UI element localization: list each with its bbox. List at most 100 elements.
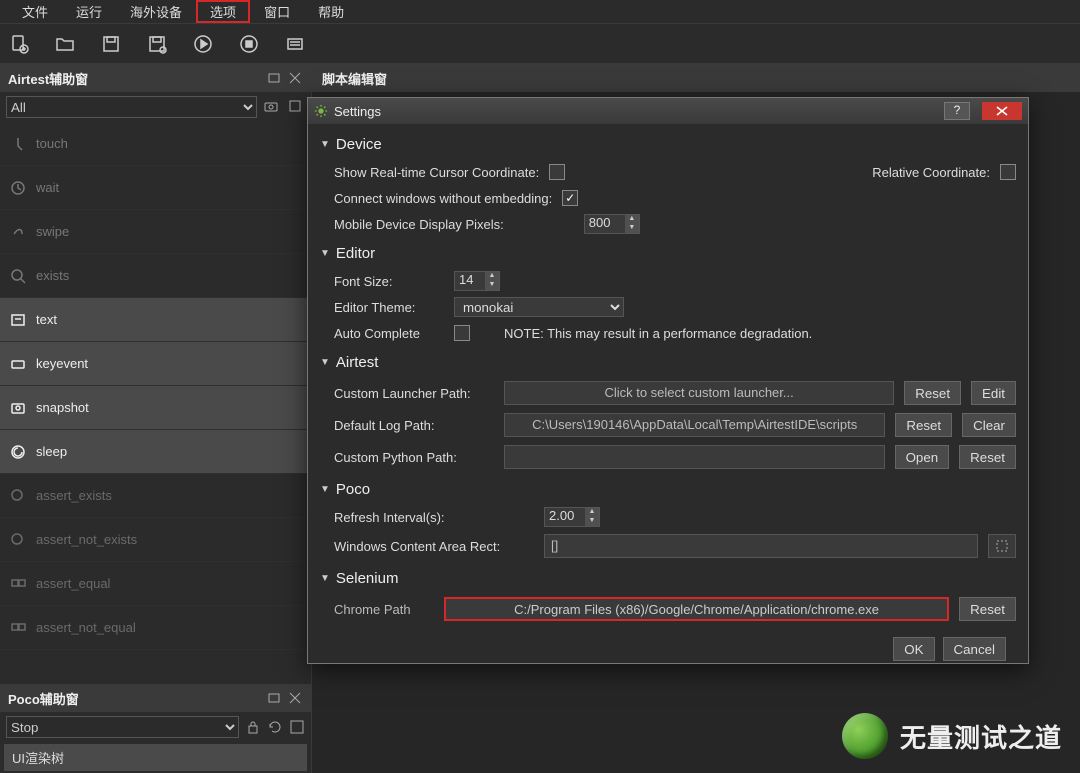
pixels-input[interactable]: 800▲▼ — [584, 214, 640, 234]
rect-expand-button[interactable] — [988, 534, 1016, 558]
menu-window[interactable]: 窗口 — [250, 2, 304, 21]
menu-options[interactable]: 选项 — [196, 0, 250, 23]
chrome-path-field[interactable]: C:/Program Files (x86)/Google/Chrome/App… — [444, 597, 949, 621]
wait-icon — [10, 180, 26, 196]
refresh-icon[interactable] — [267, 719, 283, 735]
refresh-input[interactable]: 2.00▲▼ — [544, 507, 600, 527]
save-as-icon[interactable] — [146, 33, 168, 55]
poco-tree-root[interactable]: UI渲染树 — [4, 744, 307, 771]
embed-checkbox[interactable] — [562, 190, 578, 206]
autocomplete-note: NOTE: This may result in a performance d… — [504, 326, 812, 341]
log-reset-button[interactable]: Reset — [895, 413, 952, 437]
detach-icon[interactable] — [267, 690, 283, 706]
poco-mode-select[interactable]: Stop — [6, 716, 239, 738]
toolbar — [0, 24, 1080, 64]
menubar: 文件 运行 海外设备 选项 窗口 帮助 — [0, 0, 1080, 24]
list-item[interactable]: snapshot — [0, 386, 311, 430]
realtime-label: Show Real-time Cursor Coordinate: — [334, 165, 539, 180]
help-button[interactable]: ? — [944, 102, 970, 120]
list-item[interactable]: text — [0, 298, 311, 342]
chrome-reset-button[interactable]: Reset — [959, 597, 1016, 621]
close-button[interactable] — [982, 102, 1022, 120]
chrome-label: Chrome Path — [334, 602, 434, 617]
cancel-button[interactable]: Cancel — [943, 637, 1007, 661]
new-file-icon[interactable] — [8, 33, 30, 55]
launcher-edit-button[interactable]: Edit — [971, 381, 1016, 405]
settings-dialog: Settings ? Device Show Real-time Cursor … — [307, 97, 1029, 664]
list-item[interactable]: sleep — [0, 430, 311, 474]
python-reset-button[interactable]: Reset — [959, 445, 1016, 469]
open-folder-icon[interactable] — [54, 33, 76, 55]
assert-icon — [10, 488, 26, 504]
lock-icon[interactable] — [245, 719, 261, 735]
script-panel-title: 脚本编辑窗 — [312, 64, 1080, 92]
relative-label: Relative Coordinate: — [872, 165, 990, 180]
relative-checkbox[interactable] — [1000, 164, 1016, 180]
save-icon[interactable] — [100, 33, 122, 55]
launcher-reset-button[interactable]: Reset — [904, 381, 961, 405]
log-clear-button[interactable]: Clear — [962, 413, 1016, 437]
detach-icon[interactable] — [267, 70, 283, 86]
section-airtest[interactable]: Airtest — [320, 354, 1016, 371]
inspect-icon[interactable] — [289, 719, 305, 735]
theme-select[interactable]: monokai — [454, 297, 624, 317]
snapshot-icon — [10, 400, 26, 416]
dialog-titlebar[interactable]: Settings ? — [308, 98, 1028, 124]
watermark-text: 无量测试之道 — [900, 718, 1062, 755]
list-item[interactable]: assert_not_equal — [0, 606, 311, 650]
launcher-path-button[interactable]: Click to select custom launcher... — [504, 381, 894, 405]
airtest-filter-select[interactable]: All — [6, 96, 257, 118]
python-open-button[interactable]: Open — [895, 445, 950, 469]
launcher-label: Custom Launcher Path: — [334, 386, 494, 401]
section-editor[interactable]: Editor — [320, 245, 1016, 262]
python-label: Custom Python Path: — [334, 450, 494, 465]
list-item[interactable]: wait — [0, 166, 311, 210]
list-item[interactable]: assert_not_exists — [0, 518, 311, 562]
embed-label: Connect windows without embedding: — [334, 191, 552, 206]
ok-button[interactable]: OK — [893, 637, 934, 661]
section-poco[interactable]: Poco — [320, 481, 1016, 498]
rect-field[interactable]: [] — [544, 534, 978, 558]
assert-icon — [10, 576, 26, 592]
font-size-input[interactable]: 14▲▼ — [454, 271, 500, 291]
list-item[interactable]: assert_exists — [0, 474, 311, 518]
stop-icon[interactable] — [238, 33, 260, 55]
close-icon[interactable] — [287, 690, 303, 706]
keyevent-icon — [10, 356, 26, 372]
assert-icon — [10, 620, 26, 636]
gear-icon — [314, 104, 328, 118]
touch-icon — [10, 136, 26, 152]
log-path-field[interactable]: C:\Users\190146\AppData\Local\Temp\Airte… — [504, 413, 885, 437]
list-item[interactable]: touch — [0, 122, 311, 166]
camera-icon[interactable] — [263, 98, 281, 116]
section-device[interactable]: Device — [320, 136, 1016, 153]
poco-panel-title: Poco辅助窗 — [0, 684, 311, 712]
menu-file[interactable]: 文件 — [8, 2, 62, 21]
capture-icon[interactable] — [287, 98, 305, 116]
assert-icon — [10, 532, 26, 548]
close-icon[interactable] — [287, 70, 303, 86]
realtime-checkbox[interactable] — [549, 164, 565, 180]
airtest-panel-title: Airtest辅助窗 — [0, 64, 311, 92]
play-icon[interactable] — [192, 33, 214, 55]
python-path-field[interactable] — [504, 445, 885, 469]
menu-help[interactable]: 帮助 — [304, 2, 358, 21]
list-item[interactable]: keyevent — [0, 342, 311, 386]
theme-label: Editor Theme: — [334, 300, 444, 315]
section-selenium[interactable]: Selenium — [320, 570, 1016, 587]
menu-run[interactable]: 运行 — [62, 2, 116, 21]
exists-icon — [10, 268, 26, 284]
refresh-label: Refresh Interval(s): — [334, 510, 534, 525]
dialog-title: Settings — [334, 104, 938, 119]
menu-device[interactable]: 海外设备 — [116, 2, 196, 21]
pixels-label: Mobile Device Display Pixels: — [334, 217, 504, 232]
list-item[interactable]: assert_equal — [0, 562, 311, 606]
list-item[interactable]: exists — [0, 254, 311, 298]
log-icon[interactable] — [284, 33, 306, 55]
rect-label: Windows Content Area Rect: — [334, 539, 534, 554]
list-item[interactable]: swipe — [0, 210, 311, 254]
sleep-icon — [10, 444, 26, 460]
swipe-icon — [10, 224, 26, 240]
autocomplete-checkbox[interactable] — [454, 325, 470, 341]
autocomplete-label: Auto Complete — [334, 326, 444, 341]
